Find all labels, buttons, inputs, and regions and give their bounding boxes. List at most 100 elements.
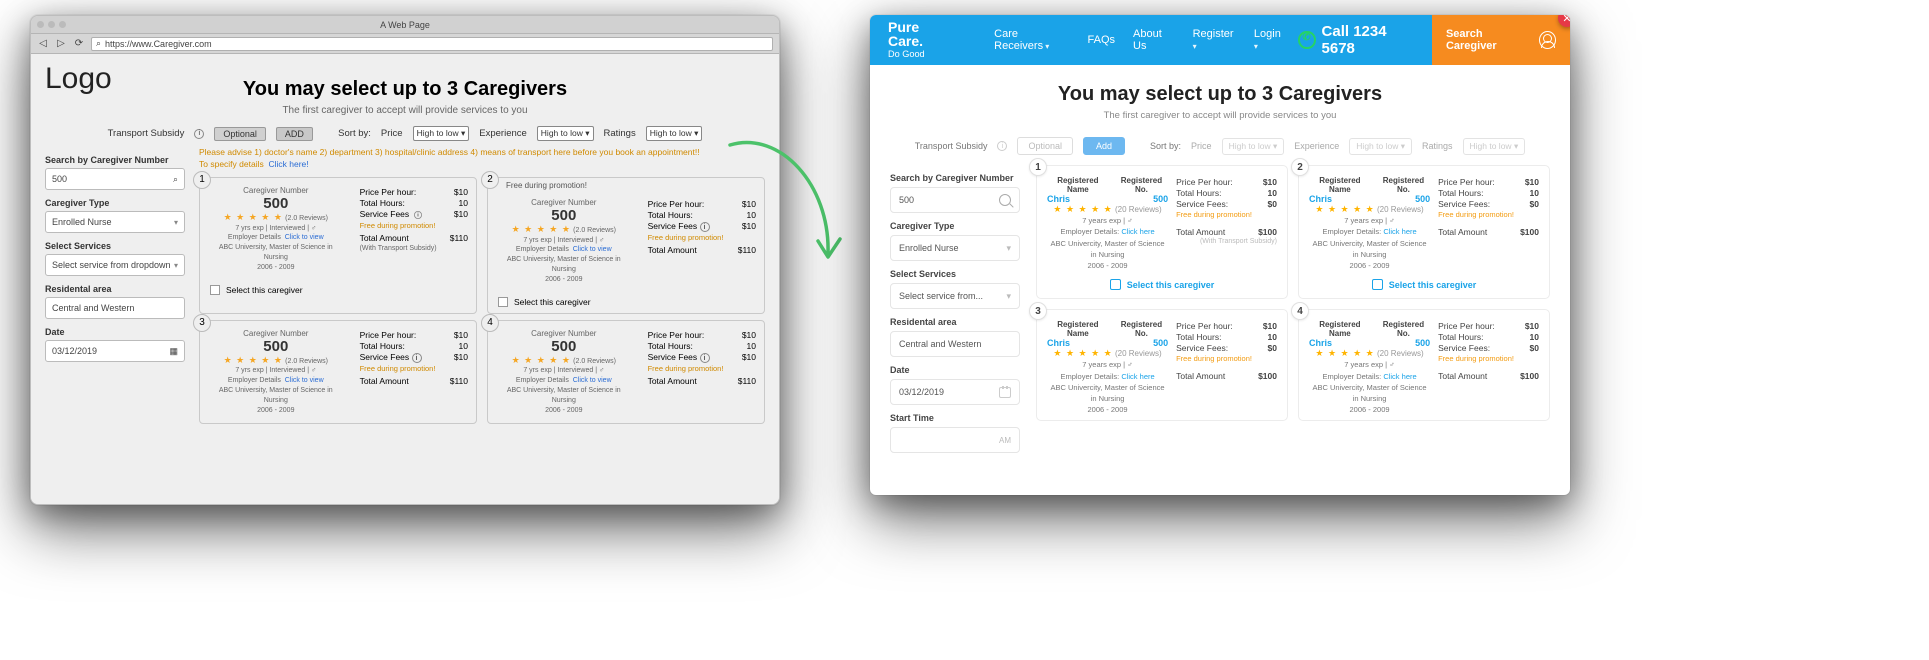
type-label: Caregiver Type (45, 198, 185, 208)
filter-bar: Transport Subsidy i Optional ADD Sort by… (45, 126, 765, 141)
chevron-down-icon (1006, 243, 1011, 254)
info-icon[interactable]: i (414, 211, 422, 219)
sort-exp-select[interactable]: High to low (1349, 138, 1412, 155)
date-label: Date (45, 327, 185, 337)
caregiver-card: 1 Registered NameRegistered No. Chris500… (1036, 165, 1288, 299)
address-bar[interactable]: ⌕ https://www.Caregiver.com (91, 37, 773, 51)
date-input[interactable]: 03/12/2019▦ (45, 340, 185, 362)
window-controls[interactable] (37, 21, 66, 28)
calendar-icon (999, 387, 1011, 398)
start-time-label: Start Time (890, 413, 1020, 423)
add-button[interactable]: Add (1083, 137, 1125, 155)
employer-link[interactable]: Click here (1121, 227, 1154, 236)
select-caregiver-row[interactable]: Select this caregiver (1299, 275, 1549, 298)
optional-chip[interactable]: Optional (1017, 137, 1073, 155)
nav-login[interactable]: Login (1254, 28, 1284, 52)
sidebar-filters: Search by Caregiver Number 500⌕ Caregive… (45, 147, 185, 424)
services-select[interactable]: Select service from... (890, 283, 1020, 309)
nav-faqs[interactable]: FAQs (1088, 34, 1116, 46)
caregiver-name[interactable]: Chris (1309, 338, 1332, 348)
checkbox-icon[interactable] (1372, 279, 1383, 290)
employer-link[interactable]: Click to view (285, 234, 324, 241)
info-icon[interactable]: i (700, 222, 710, 232)
info-icon[interactable]: i (412, 353, 422, 363)
caregiver-name[interactable]: Chris (1309, 194, 1332, 204)
caregiver-name[interactable]: Chris (1047, 338, 1070, 348)
info-icon[interactable]: i (997, 141, 1007, 151)
top-nav: Pure Care. Do Good Care Receivers FAQs A… (870, 15, 1570, 65)
services-label: Select Services (45, 241, 185, 251)
calendar-icon: ▦ (169, 346, 178, 357)
window-title: A Web Page (380, 20, 430, 30)
search-label: Search by Caregiver Number (45, 155, 185, 165)
card-number-badge: 3 (193, 314, 211, 332)
employer-link[interactable]: Click here (1383, 227, 1416, 236)
page-title: You may select up to 3 Caregivers (870, 83, 1570, 106)
results-area: Please advise 1) doctor's name 2) depart… (199, 147, 765, 424)
type-select[interactable]: Enrolled Nurse (890, 235, 1020, 261)
checkbox-icon[interactable] (498, 297, 508, 307)
checkbox-icon[interactable] (1110, 279, 1121, 290)
brand-tagline: Do Good (888, 49, 925, 59)
brand-logo[interactable]: Pure Care. (888, 20, 954, 48)
star-icon: ★ ★ ★ ★ ★ (1315, 204, 1374, 214)
date-label: Date (890, 365, 1020, 375)
type-select[interactable]: Enrolled Nurse (45, 211, 185, 233)
services-select[interactable]: Select service from dropdown (45, 254, 185, 276)
nav-care-receivers[interactable]: Care Receivers (994, 28, 1069, 52)
call-block[interactable]: Call 1234 5678 (1284, 23, 1432, 57)
employer-link[interactable]: Click to view (285, 377, 324, 384)
area-input[interactable]: Central and Western (45, 297, 185, 319)
sort-ratings-select[interactable]: High to low ▾ (646, 126, 703, 141)
area-label: Residental area (890, 317, 1020, 327)
card-number-badge: 2 (1291, 158, 1309, 176)
info-icon[interactable]: i (700, 353, 710, 363)
select-caregiver-row[interactable]: Select this caregiver (200, 281, 476, 301)
optional-button[interactable]: Optional (214, 127, 266, 141)
search-caregiver-button[interactable]: Search Caregiver (1432, 15, 1570, 65)
employer-link[interactable]: Click here (1383, 372, 1416, 381)
caregiver-card: 2 Free during promotion! Caregiver Numbe… (487, 177, 765, 314)
search-input[interactable]: 500⌕ (45, 168, 185, 190)
select-caregiver-row[interactable]: Select this caregiver (1037, 275, 1287, 298)
caregiver-card: 4 Caregiver Number 500 ★ ★ ★ ★ ★ (2.0 Re… (487, 320, 765, 425)
call-label: Call 1234 5678 (1322, 23, 1418, 57)
employer-link[interactable]: Click to view (573, 246, 612, 253)
nav-links: Care Receivers FAQs About Us Register Lo… (994, 28, 1284, 52)
star-icon: ★ ★ ★ ★ ★ (512, 355, 571, 365)
star-icon: ★ ★ ★ ★ ★ (224, 355, 283, 365)
reload-icon[interactable]: ⟳ (73, 38, 85, 50)
employer-link[interactable]: Click here (1121, 372, 1154, 381)
caregiver-name[interactable]: Chris (1047, 194, 1070, 204)
back-icon[interactable]: ◁ (37, 38, 49, 50)
sort-exp-select[interactable]: High to low ▾ (537, 126, 594, 141)
page-subtitle: The first caregiver to accept will provi… (45, 105, 765, 116)
add-button[interactable]: ADD (276, 127, 313, 141)
nav-register[interactable]: Register (1193, 28, 1236, 52)
sort-price-select[interactable]: High to low ▾ (413, 126, 470, 141)
sort-ratings-select[interactable]: High to low (1463, 138, 1526, 155)
forward-icon[interactable]: ▷ (55, 38, 67, 50)
caregiver-card: 2 Registered NameRegistered No. Chris500… (1298, 165, 1550, 299)
specify-details-link[interactable]: Click here! (268, 159, 308, 169)
employer-link[interactable]: Click to view (573, 377, 612, 384)
wireframe-window: A Web Page ◁ ▷ ⟳ ⌕ https://www.Caregiver… (30, 15, 780, 505)
search-icon (999, 194, 1011, 206)
start-time-input[interactable]: AM (890, 427, 1020, 453)
checkbox-icon[interactable] (210, 285, 220, 295)
chevron-down-icon (1006, 291, 1011, 302)
results-grid: 1 Registered NameRegistered No. Chris500… (1036, 165, 1550, 453)
info-icon[interactable]: i (194, 129, 204, 139)
nav-about[interactable]: About Us (1133, 28, 1175, 52)
area-input[interactable]: Central and Western (890, 331, 1020, 357)
star-icon: ★ ★ ★ ★ ★ (224, 212, 283, 222)
date-input[interactable]: 03/12/2019 (890, 379, 1020, 405)
caregiver-card: 3 Caregiver Number 500 ★ ★ ★ ★ ★ (2.0 Re… (199, 320, 477, 425)
sort-price-select[interactable]: High to low (1222, 138, 1285, 155)
card-number-badge: 2 (481, 171, 499, 189)
select-caregiver-row[interactable]: Select this caregiver (488, 293, 764, 313)
search-input[interactable]: 500 (890, 187, 1020, 213)
star-icon: ★ ★ ★ ★ ★ (1315, 348, 1374, 358)
transport-subsidy-label: Transport Subsidy (915, 141, 988, 151)
final-design-window: ✕ Pure Care. Do Good Care Receivers FAQs… (870, 15, 1570, 495)
